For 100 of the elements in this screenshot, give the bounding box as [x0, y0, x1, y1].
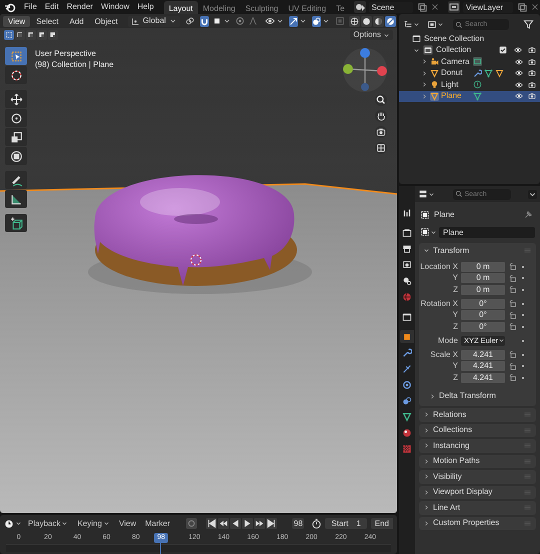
- tree-row[interactable]: Plane: [399, 90, 540, 102]
- menu-item[interactable]: Edit: [40, 1, 63, 13]
- menu-item[interactable]: Select: [31, 16, 64, 26]
- number-field[interactable]: 0°: [461, 310, 505, 320]
- move-tool[interactable]: [5, 90, 27, 108]
- mesh-data-tab[interactable]: [400, 410, 414, 423]
- lock-icon: [508, 299, 517, 308]
- transform-tool[interactable]: [5, 147, 27, 165]
- options-button[interactable]: Options: [350, 30, 393, 40]
- orientation-dropdown[interactable]: Global: [128, 16, 180, 26]
- scene-field[interactable]: Scene: [368, 2, 413, 12]
- texture-icon: [402, 444, 412, 454]
- next-keyframe-icon[interactable]: [254, 518, 266, 529]
- data-browse-button[interactable]: [420, 227, 437, 237]
- collapsed-panel[interactable]: Custom Properties: [419, 516, 536, 530]
- selection-mode-button[interactable]: [4, 30, 14, 40]
- editor-type-button[interactable]: [4, 518, 22, 528]
- collapsed-panel[interactable]: Relations: [419, 408, 536, 422]
- number-field[interactable]: 4.241: [461, 350, 505, 360]
- menu-item[interactable]: Object: [90, 16, 123, 26]
- collapsed-panel[interactable]: Collections: [419, 424, 536, 437]
- gizmo-toggle[interactable]: [288, 16, 298, 26]
- selection-mode-button[interactable]: [48, 30, 58, 40]
- number-field[interactable]: 0°: [461, 298, 505, 308]
- xray-icon: [334, 16, 345, 26]
- collapsed-panel[interactable]: Viewport Display: [419, 486, 536, 499]
- number-field[interactable]: 4.241: [461, 372, 505, 382]
- material-preview-button[interactable]: [372, 16, 384, 26]
- workspace-tab[interactable]: Modeling: [198, 1, 240, 14]
- previous-keyframe-icon[interactable]: [218, 518, 230, 529]
- menu-item[interactable]: Help: [133, 1, 158, 13]
- menu-item[interactable]: View: [116, 518, 140, 530]
- magnet-toggle[interactable]: [200, 16, 209, 26]
- overlay-icon: [312, 16, 321, 26]
- physics-tab[interactable]: [400, 378, 414, 391]
- display-mode-button[interactable]: [403, 20, 420, 30]
- tree-item-label[interactable]: Collection: [436, 44, 472, 56]
- workspace-tab[interactable]: Layout: [164, 1, 198, 14]
- menu-item[interactable]: Render: [62, 1, 97, 13]
- collapsed-panel[interactable]: Motion Paths: [419, 454, 536, 468]
- selection-mode-button[interactable]: [15, 30, 25, 40]
- menu-item[interactable]: Playback: [25, 518, 72, 530]
- camera-icon[interactable]: [375, 126, 387, 138]
- number-field[interactable]: 0°: [461, 322, 505, 332]
- add-cube-tool[interactable]: [5, 214, 27, 232]
- tree-row[interactable]: Camera: [399, 56, 540, 68]
- workspace-tab[interactable]: Sculpting: [240, 1, 284, 14]
- playhead-line: [160, 542, 162, 554]
- menu-item[interactable]: Marker: [142, 518, 174, 530]
- selection-mode-button[interactable]: [26, 30, 36, 40]
- tree-item-label: Donut: [441, 67, 464, 80]
- workspace-tab[interactable]: UV Editing: [283, 1, 332, 14]
- cursor-tool[interactable]: [5, 66, 27, 84]
- zoom-icon[interactable]: [375, 94, 387, 106]
- number-field[interactable]: 4.241: [461, 361, 505, 371]
- jump-start-icon[interactable]: [206, 518, 218, 529]
- number-field[interactable]: 0 m: [461, 262, 505, 272]
- wireframe-shading-button[interactable]: [348, 16, 360, 26]
- current-frame-field[interactable]: 98: [292, 518, 304, 529]
- menu-item[interactable]: View: [3, 16, 30, 26]
- grid-icon[interactable]: [375, 142, 387, 154]
- menu-item[interactable]: Add: [64, 16, 89, 26]
- filter-icon: [523, 19, 534, 30]
- overlay-toggle[interactable]: [312, 16, 321, 26]
- menu-item[interactable]: Window: [96, 1, 134, 13]
- jump-end-icon[interactable]: [266, 518, 278, 529]
- number-field[interactable]: 0 m: [461, 284, 505, 294]
- collapsed-panel[interactable]: Instancing: [419, 439, 536, 452]
- menu-item[interactable]: Keying: [74, 518, 113, 530]
- view-layer-field[interactable]: ViewLayer: [462, 2, 513, 12]
- chevron-down-icon: [298, 17, 307, 25]
- hand-icon[interactable]: [375, 110, 387, 122]
- selection-mode-button[interactable]: [37, 30, 47, 40]
- end-frame-field[interactable]: End: [370, 518, 393, 529]
- scale-tool[interactable]: [5, 128, 27, 146]
- start-frame-field[interactable]: Start 1: [325, 518, 367, 529]
- menu-item[interactable]: File: [20, 1, 41, 13]
- tool-icon: [402, 208, 412, 218]
- solid-shading-button[interactable]: [360, 16, 372, 26]
- rendered-shading-button[interactable]: [384, 16, 396, 26]
- number-field[interactable]: 0 m: [461, 273, 505, 283]
- collapsed-panel[interactable]: Line Art: [419, 501, 536, 514]
- annotate-tool[interactable]: [5, 171, 27, 189]
- workspace-tab[interactable]: Te: [331, 1, 350, 14]
- tree-row[interactable]: Light: [399, 79, 540, 90]
- rotate-tool[interactable]: [5, 109, 27, 127]
- tree-item-label[interactable]: Scene Collection: [424, 32, 484, 45]
- play-icon[interactable]: [242, 518, 254, 529]
- play-reverse-icon[interactable]: [230, 518, 242, 529]
- tree-row[interactable]: Donut: [399, 68, 540, 79]
- field-label: Scale X: [429, 348, 459, 360]
- object-name-field[interactable]: Plane: [439, 226, 535, 238]
- measure-tool[interactable]: [5, 190, 27, 208]
- collapsed-panel[interactable]: Visibility: [419, 470, 536, 484]
- panel-title[interactable]: Transform: [433, 244, 470, 256]
- object-tab[interactable]: [400, 330, 414, 343]
- subpanel-title[interactable]: Delta Transform: [439, 390, 496, 402]
- filter-mode-button[interactable]: [427, 20, 444, 30]
- camera-data-icon: [473, 57, 482, 66]
- editor-type-button[interactable]: [418, 189, 435, 199]
